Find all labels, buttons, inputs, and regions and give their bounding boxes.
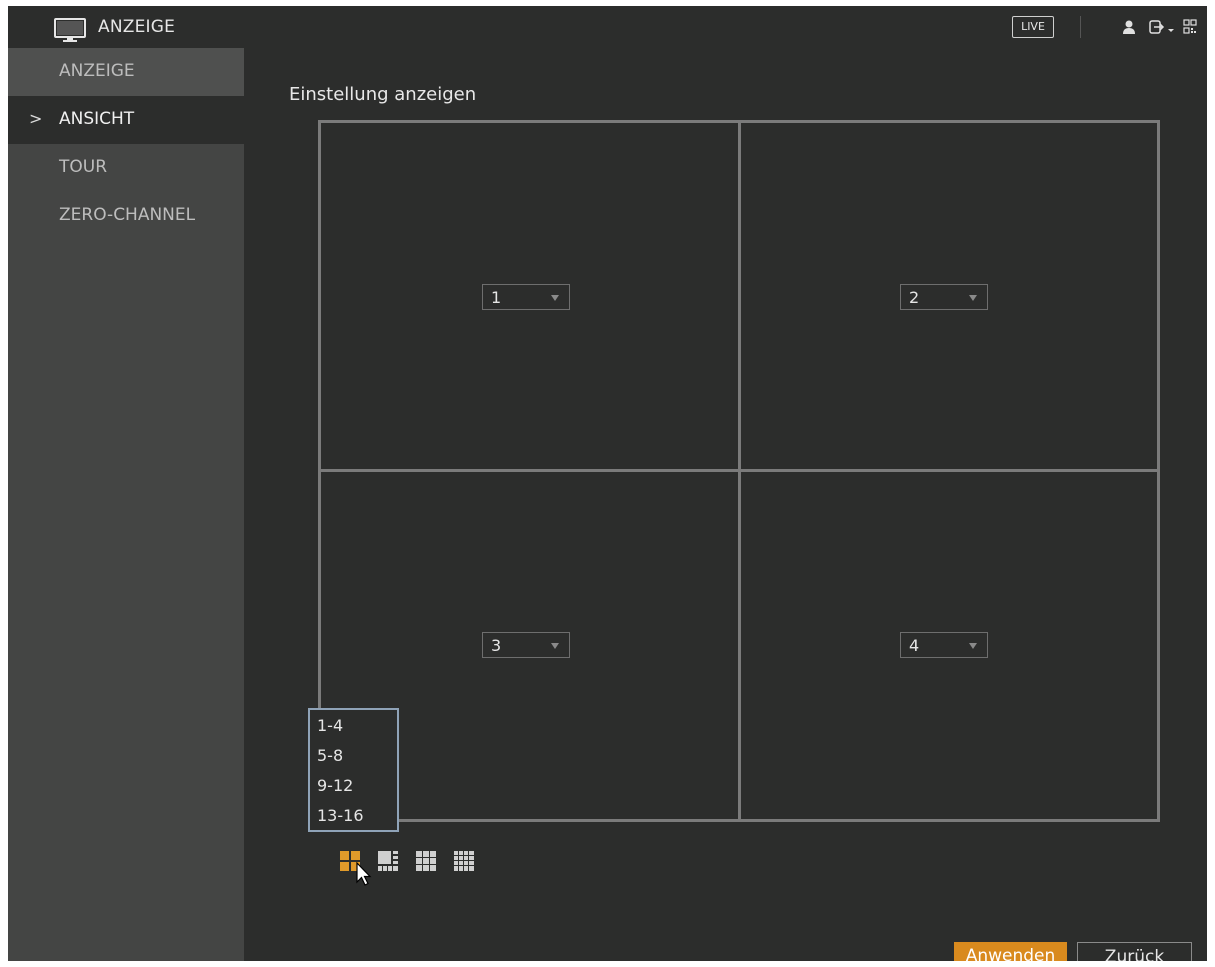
user-icon[interactable] — [1122, 19, 1136, 35]
chevron-right-icon: > — [29, 109, 43, 128]
sidebar-item-label: ANSICHT — [59, 109, 135, 129]
sidebar-item-zero-channel[interactable]: ZERO-CHANNEL — [8, 192, 244, 240]
channel-value: 3 — [491, 636, 502, 655]
channel-value: 4 — [909, 636, 920, 655]
back-button[interactable]: Zurück — [1077, 942, 1192, 961]
channel-group-dropdown: 1-4 5-8 9-12 13-16 — [308, 708, 399, 832]
app-window: ANZEIGE LIVE ANZEIGE > ANSICHT TOUR ZERO… — [8, 6, 1207, 961]
sidebar-item-anzeige[interactable]: ANZEIGE — [8, 48, 244, 96]
view-grid — [318, 120, 1160, 822]
sidebar-item-label: ANZEIGE — [59, 61, 135, 81]
split-9-icon[interactable] — [416, 851, 436, 871]
header-divider — [1080, 16, 1081, 38]
dropdown-option[interactable]: 9-12 — [317, 776, 353, 795]
sidebar-item-label: TOUR — [59, 157, 108, 177]
chevron-down-icon — [969, 643, 977, 649]
dropdown-option[interactable]: 13-16 — [317, 806, 364, 825]
chevron-down-icon — [551, 643, 559, 649]
chevron-down-icon — [969, 295, 977, 301]
logout-icon[interactable] — [1149, 19, 1175, 35]
sidebar: ANZEIGE > ANSICHT TOUR ZERO-CHANNEL — [8, 48, 244, 961]
qr-code-icon[interactable] — [1183, 19, 1197, 35]
channel-value: 2 — [909, 288, 920, 307]
channel-select-3[interactable]: 3 — [482, 632, 570, 658]
sidebar-item-tour[interactable]: TOUR — [8, 144, 244, 192]
channel-select-1[interactable]: 1 — [482, 284, 570, 310]
live-button[interactable]: LIVE — [1012, 16, 1054, 38]
chevron-down-icon — [551, 295, 559, 301]
dropdown-option[interactable]: 1-4 — [317, 716, 343, 735]
grid-divider-horizontal — [321, 469, 1157, 472]
channel-select-2[interactable]: 2 — [900, 284, 988, 310]
section-title: Einstellung anzeigen — [289, 84, 477, 105]
dropdown-option[interactable]: 5-8 — [317, 746, 343, 765]
page-title: ANZEIGE — [98, 17, 176, 37]
top-bar: ANZEIGE LIVE — [8, 6, 1207, 48]
mouse-cursor-icon — [356, 862, 372, 886]
channel-value: 1 — [491, 288, 502, 307]
sidebar-item-label: ZERO-CHANNEL — [59, 205, 196, 225]
sidebar-item-ansicht[interactable]: > ANSICHT — [8, 96, 244, 144]
split-8-icon[interactable] — [378, 851, 398, 871]
channel-select-4[interactable]: 4 — [900, 632, 988, 658]
apply-button[interactable]: Anwenden — [954, 942, 1067, 961]
split-16-icon[interactable] — [454, 851, 474, 871]
monitor-icon — [54, 18, 86, 42]
